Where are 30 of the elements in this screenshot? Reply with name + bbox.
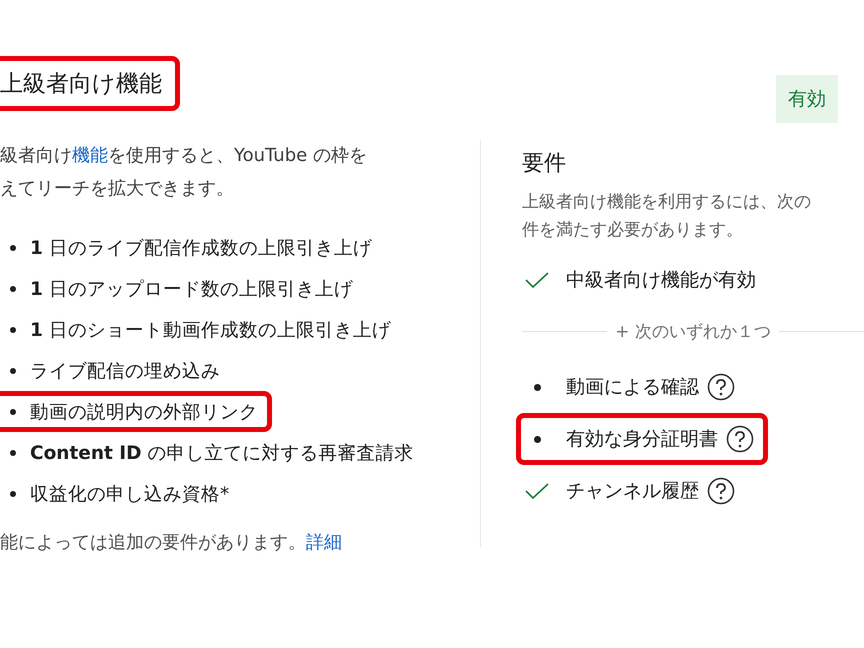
requirements-description: 上級者向け機能を利用するには、次の 件を満たす必要があります。	[522, 191, 812, 242]
bullet	[10, 326, 16, 332]
feature-text: ライブ配信の埋め込み	[30, 360, 220, 383]
bullet	[10, 368, 16, 374]
feature-text: 1 日のアップロード数の上限引き上げ	[30, 278, 353, 301]
intro-text: 級者向け機能を使用すると、YouTube の枠を えてリーチを拡大できます。	[0, 144, 368, 201]
bullet	[10, 244, 16, 250]
requirements-title: 要件	[522, 150, 567, 178]
requirement-text: 中級者向け機能が有効	[566, 268, 756, 293]
help-icon[interactable]	[707, 477, 735, 505]
bullet	[10, 490, 16, 496]
feature-link[interactable]: 機能	[72, 145, 108, 166]
feature-text: 収益化の申し込み資格*	[30, 483, 230, 506]
divider-label: + 次のいずれか１つ	[615, 321, 771, 343]
requirement-text: 動画による確認	[566, 375, 699, 400]
bullet	[10, 286, 16, 292]
footer-note: 能によっては追加の要件があります。詳細	[0, 531, 343, 554]
bullet	[10, 408, 16, 414]
section-title: 上級者向け機能	[0, 56, 180, 111]
feature-text: 動画の説明内の外部リンク	[30, 401, 258, 424]
requirement-text: 有効な身分証明書	[566, 427, 718, 452]
help-icon[interactable]	[707, 373, 735, 401]
help-icon[interactable]	[726, 425, 754, 453]
details-link[interactable]: 詳細	[306, 532, 342, 553]
requirement-text: チャンネル履歴	[566, 479, 699, 504]
bullet	[10, 450, 16, 456]
status-badge: 有効	[776, 75, 838, 123]
feature-text: Content ID の申し立てに対する再審査請求	[30, 442, 414, 465]
feature-text: 1 日のライブ配信作成数の上限引き上げ	[30, 237, 372, 260]
feature-text: 1 日のショート動画作成数の上限引き上げ	[30, 319, 391, 342]
